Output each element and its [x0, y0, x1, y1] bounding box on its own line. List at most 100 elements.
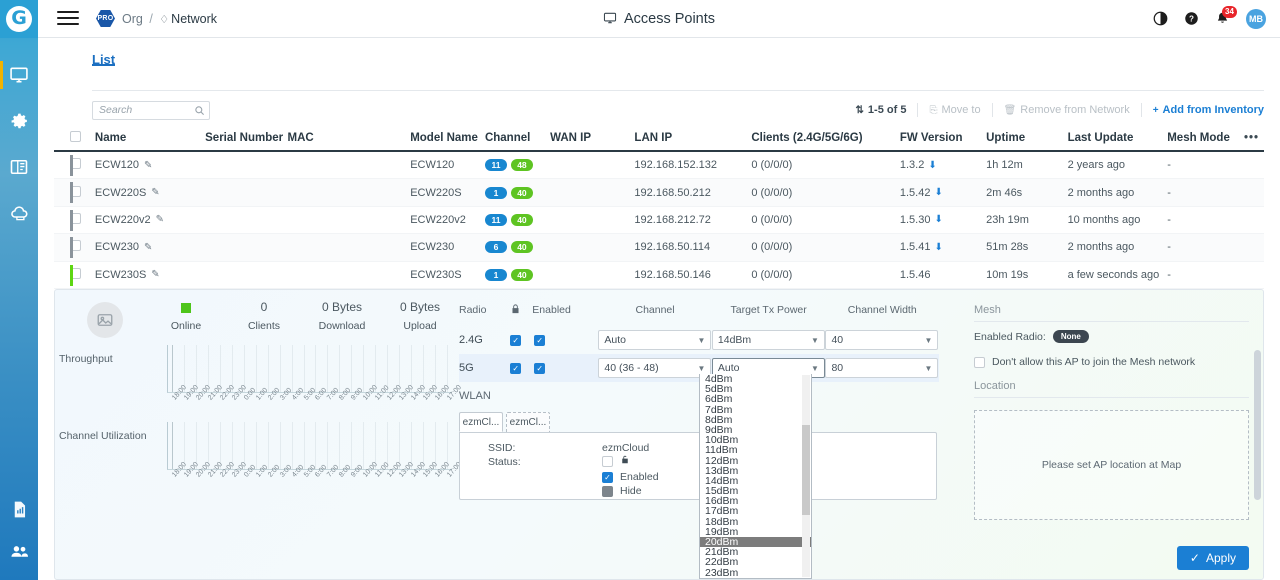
chart-gridline	[351, 345, 352, 392]
app-root: G	[0, 0, 1280, 580]
search-input[interactable]	[92, 101, 210, 120]
sidebar-item-cloud[interactable]	[0, 190, 38, 236]
breadcrumb-org[interactable]: Org	[122, 12, 143, 26]
edit-icon[interactable]: ✎	[144, 160, 152, 171]
table-row[interactable]: ECW230✎ECW230640192.168.50.1140 (0/0/0)1…	[54, 234, 1264, 261]
firmware-upgrade-icon[interactable]: ⬇	[934, 214, 942, 225]
table-row[interactable]: ECW120✎ECW1201148192.168.152.1320 (0/0/0…	[54, 152, 1264, 179]
header-wan-ip[interactable]: WAN IP	[550, 132, 634, 144]
radio-enabled-checkbox-24g[interactable]: ✓	[532, 334, 598, 346]
ap-name[interactable]: ECW230	[95, 241, 139, 253]
radio-channel-select-24g[interactable]: Auto▼	[598, 330, 712, 350]
unlock-icon[interactable]	[620, 454, 630, 468]
radio-tx-value-24g: 14dBm	[718, 334, 751, 346]
chart-gridline	[256, 345, 257, 392]
table-row[interactable]: ECW220v2✎ECW220v21140192.168.212.720 (0/…	[54, 207, 1264, 234]
header-fw-version[interactable]: FW Version	[900, 132, 986, 144]
avatar[interactable]: MB	[1246, 9, 1266, 29]
wlan-status-checkbox[interactable]	[602, 456, 613, 467]
wlan-tab-1[interactable]: ezmCl...	[506, 412, 550, 432]
radio-tx-select-24g[interactable]: 14dBm▼	[712, 330, 826, 350]
trash-icon: 🗑	[1004, 105, 1017, 116]
ap-name[interactable]: ECW230S	[95, 269, 146, 281]
ap-name[interactable]: ECW220S	[95, 187, 146, 199]
firmware-upgrade-icon[interactable]: ⬇	[934, 187, 942, 198]
radio-lock-checkbox-24g[interactable]: ✓	[499, 334, 532, 346]
wlan-ssid-value: ezmCloud	[602, 442, 649, 454]
search-box	[92, 101, 210, 120]
cell-last-update: 2 months ago	[1068, 187, 1168, 199]
dropdown-scroll-thumb[interactable]	[802, 425, 810, 515]
cell-model-name: ECW120	[410, 159, 485, 171]
sidebar-item-accounts[interactable]	[0, 530, 38, 572]
detail-panel-scrollbar[interactable]	[1254, 350, 1261, 573]
edit-icon[interactable]: ✎	[144, 242, 152, 253]
radio-width-select-24g[interactable]: 40▼	[825, 330, 939, 350]
ap-thumbnail	[87, 302, 123, 338]
pagination-info[interactable]: ⇅ 1-5 of 5	[845, 103, 919, 117]
cell-last-update: 2 months ago	[1068, 241, 1168, 253]
wlan-enabled-checkbox[interactable]: ✓	[602, 472, 613, 483]
stat-clients-value: 0	[225, 300, 303, 316]
cell-uptime: 1h 12m	[986, 159, 1067, 171]
edit-icon[interactable]: ✎	[151, 187, 159, 198]
radio-width-value-5g: 80	[831, 362, 843, 374]
search-icon[interactable]	[194, 105, 205, 119]
header-mac[interactable]: MAC	[288, 132, 411, 144]
app-logo[interactable]: G	[0, 0, 38, 38]
radio-channel-value-24g: Auto	[604, 334, 626, 346]
help-icon[interactable]: ?	[1184, 11, 1199, 26]
remove-from-network-button[interactable]: 🗑 Remove from Network	[993, 103, 1142, 117]
column-options-icon[interactable]: •••	[1239, 132, 1264, 144]
detail-panel-scroll-thumb[interactable]	[1254, 350, 1261, 500]
target-tx-power-dropdown[interactable]: 4dBm5dBm6dBm7dBm8dBm9dBm10dBm11dBm12dBm1…	[699, 374, 812, 579]
ap-name[interactable]: ECW120	[95, 159, 139, 171]
detail-right-column: Mesh Enabled Radio: None Don't allow thi…	[960, 290, 1263, 579]
breadcrumb-network[interactable]: Network	[171, 12, 217, 26]
select-all-checkbox[interactable]	[70, 131, 81, 142]
radio-channel-select-5g[interactable]: 40 (36 - 48)▼	[598, 358, 712, 378]
sidebar-item-analytics[interactable]	[0, 488, 38, 530]
header-serial-number[interactable]: Serial Number	[205, 132, 287, 144]
add-from-inventory-button[interactable]: + Add from Inventory	[1142, 103, 1264, 117]
header-mesh-mode[interactable]: Mesh Mode	[1167, 132, 1239, 144]
move-to-button[interactable]: ⎘ Move to	[918, 103, 992, 117]
tx-power-option[interactable]: 11dBm	[700, 445, 811, 455]
mesh-disallow-row[interactable]: Don't allow this AP to join the Mesh net…	[974, 356, 1195, 368]
firmware-upgrade-icon[interactable]: ⬇	[934, 242, 942, 253]
edit-icon[interactable]: ✎	[156, 214, 164, 225]
sidebar-item-configure[interactable]	[0, 98, 38, 144]
hamburger-menu-icon[interactable]	[57, 11, 79, 27]
sidebar-item-monitor[interactable]	[0, 52, 38, 98]
header-lan-ip[interactable]: LAN IP	[634, 132, 751, 144]
radio-width-select-5g[interactable]: 80▼	[825, 358, 939, 378]
dropdown-scrollbar[interactable]	[802, 375, 810, 577]
cell-uptime: 51m 28s	[986, 241, 1067, 253]
radio-enabled-checkbox-5g[interactable]: ✓	[532, 362, 598, 374]
table-row[interactable]: ECW230S✎ECW230S140192.168.50.1460 (0/0/0…	[54, 262, 1264, 289]
edit-icon[interactable]: ✎	[151, 269, 159, 280]
tab-list[interactable]: List	[92, 52, 115, 66]
header-model-name[interactable]: Model Name	[410, 132, 485, 144]
header-clients[interactable]: Clients (2.4G/5G/6G)	[751, 132, 900, 144]
header-last-update[interactable]: Last Update	[1068, 132, 1168, 144]
wlan-hide-checkbox[interactable]	[602, 486, 613, 497]
lock-icon[interactable]	[499, 303, 532, 318]
header-channel[interactable]: Channel	[485, 132, 550, 144]
theme-contrast-icon[interactable]	[1153, 11, 1168, 26]
notifications-bell-icon[interactable]: 34	[1215, 11, 1230, 27]
tx-power-option[interactable]: 23dBm	[700, 568, 811, 578]
mesh-disallow-checkbox[interactable]	[974, 357, 985, 368]
top-bar: PRO Org / ♢Network Access Points	[38, 0, 1280, 38]
wlan-tab-0[interactable]: ezmCl...	[459, 412, 503, 432]
apply-button[interactable]: ✓ Apply	[1177, 546, 1249, 570]
sidebar-item-report[interactable]	[0, 144, 38, 190]
page-title-text: Access Points	[624, 11, 715, 27]
header-name[interactable]: Name	[95, 132, 205, 144]
ap-name[interactable]: ECW220v2	[95, 214, 151, 226]
table-row[interactable]: ECW220S✎ECW220S140192.168.50.2120 (0/0/0…	[54, 179, 1264, 206]
header-uptime[interactable]: Uptime	[986, 132, 1067, 144]
radio-lock-checkbox-5g[interactable]: ✓	[499, 362, 532, 374]
location-map-placeholder[interactable]: Please set AP location at Map	[974, 410, 1249, 520]
firmware-upgrade-icon[interactable]: ⬇	[928, 160, 936, 171]
